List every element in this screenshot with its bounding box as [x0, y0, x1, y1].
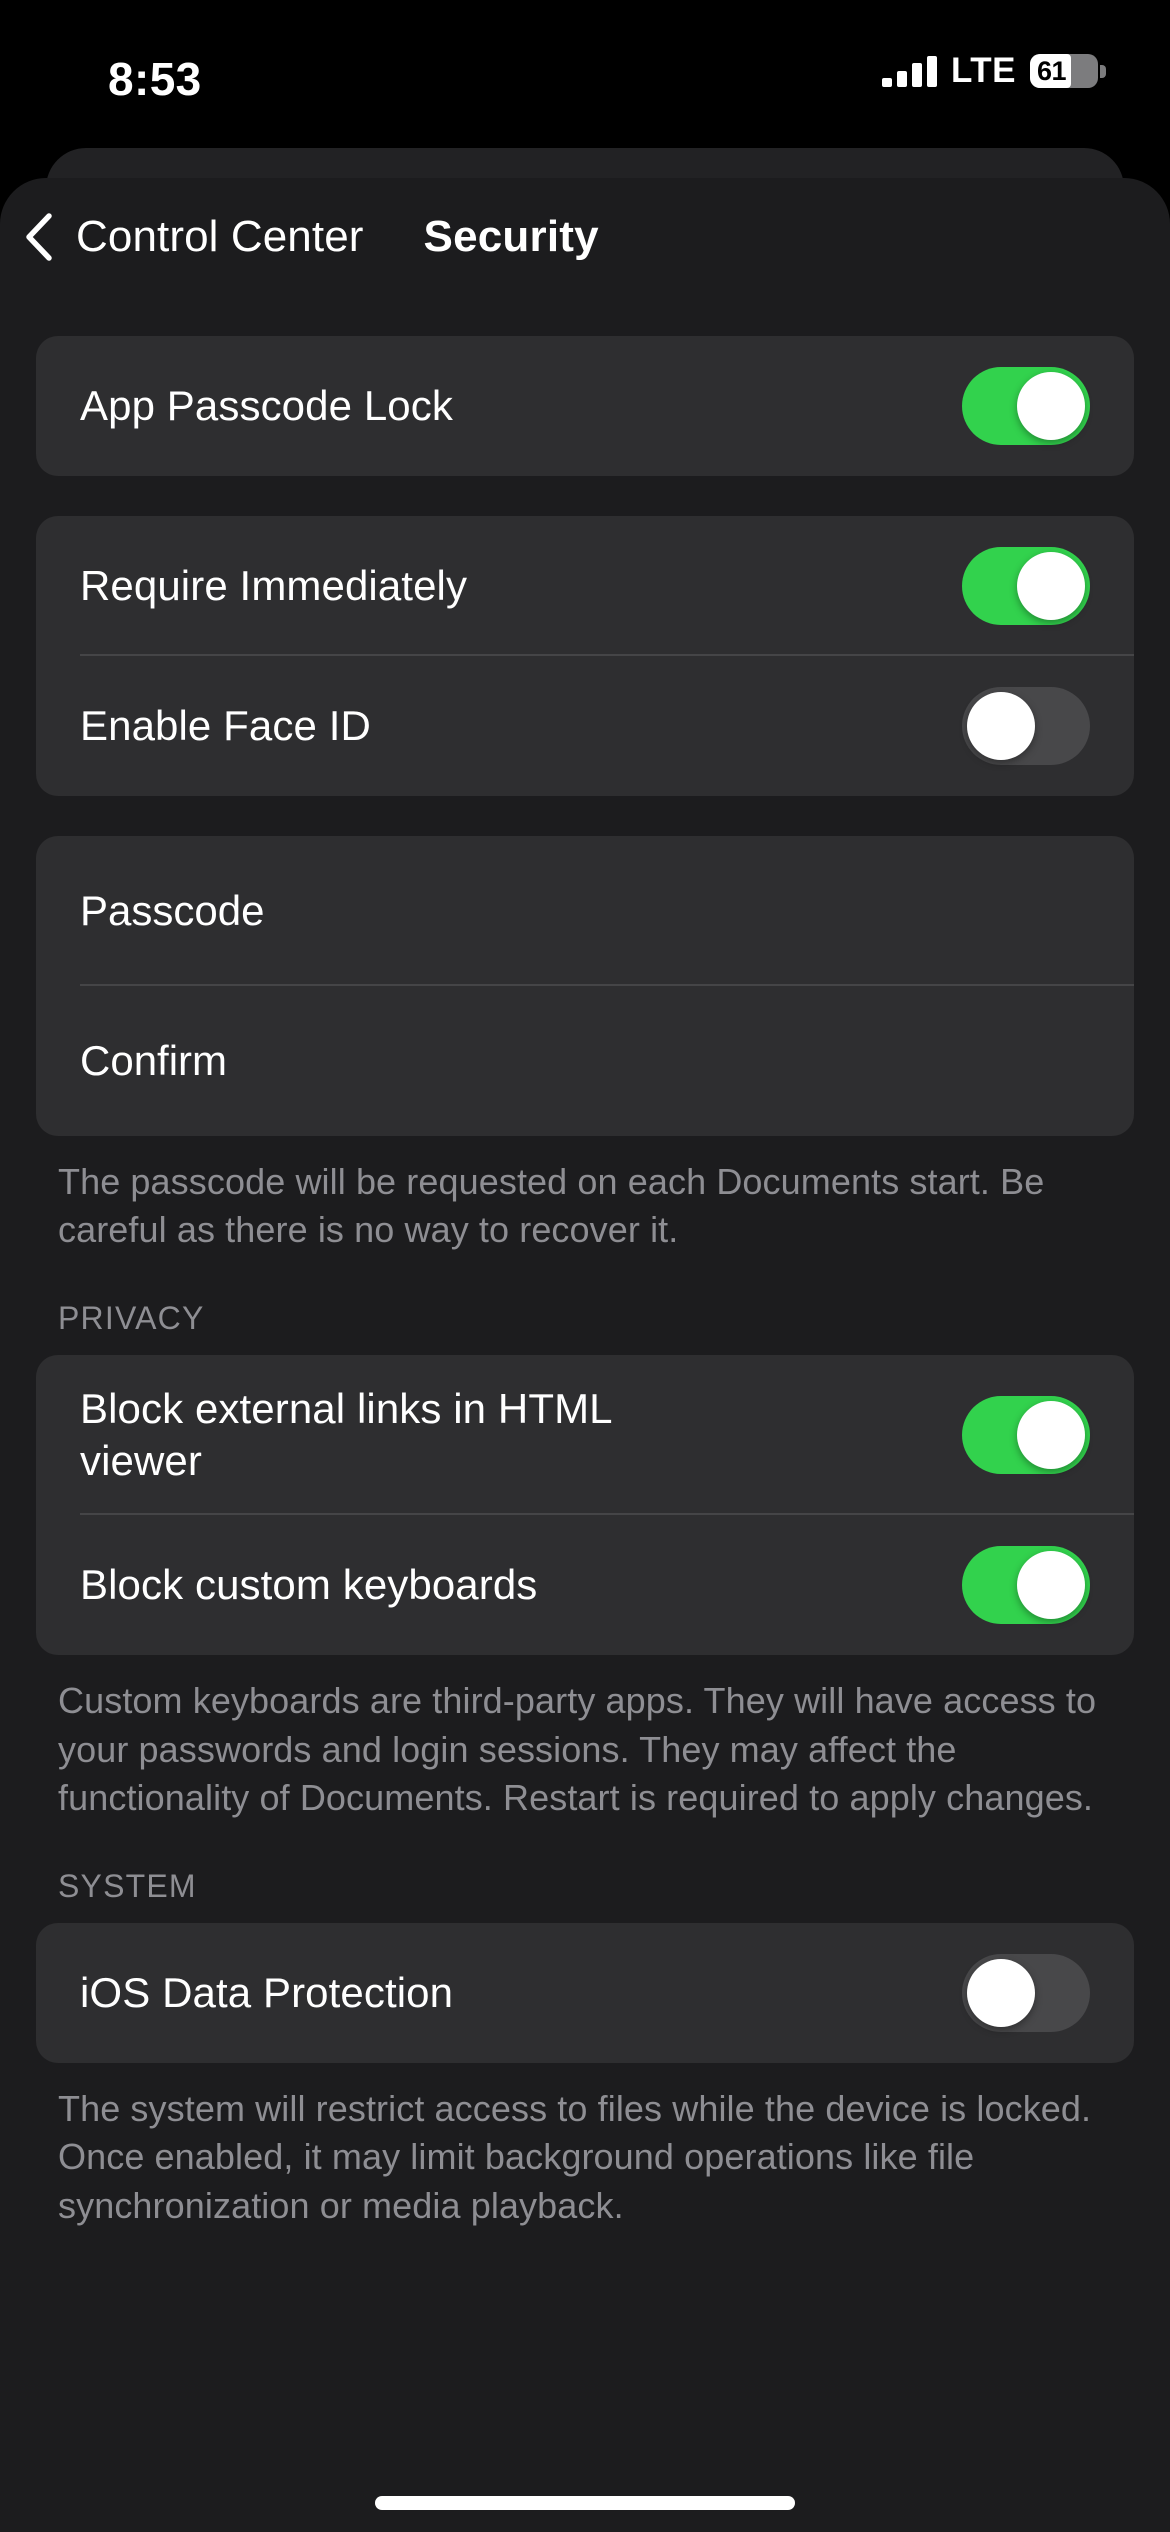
privacy-footer-text: Custom keyboards are third-party apps. T… — [58, 1680, 1097, 1818]
system-footer-text: The system will restrict access to files… — [58, 2088, 1092, 2226]
back-button[interactable]: Control Center — [24, 212, 364, 262]
require-immediately-toggle[interactable] — [962, 547, 1090, 625]
section-passcode-fields — [36, 836, 1134, 1136]
row-confirm-field[interactable] — [36, 986, 1134, 1136]
battery-icon: 61 — [1030, 54, 1106, 88]
row-label: Block custom keyboards — [80, 1561, 538, 1609]
enable-face-id-toggle[interactable] — [962, 687, 1090, 765]
row-label: Block external links in HTML viewer — [80, 1384, 612, 1485]
status-bar-time: 8:53 — [108, 53, 202, 105]
confirm-passcode-input[interactable] — [80, 1037, 1090, 1085]
row-label: Enable Face ID — [80, 701, 371, 749]
section-header-privacy: PRIVACY — [58, 1300, 205, 1337]
navigation-bar: Control Center Security — [0, 178, 1170, 296]
row-enable-face-id[interactable]: Enable Face ID — [36, 656, 1134, 796]
settings-sheet: Control Center Security App Passcode Loc… — [0, 178, 1170, 2532]
row-block-external-links[interactable]: Block external links in HTML viewer — [36, 1355, 1134, 1516]
row-block-custom-keyboards[interactable]: Block custom keyboards — [36, 1515, 1134, 1655]
row-label: Require Immediately — [80, 561, 468, 609]
section-require-faceid: Require Immediately Enable Face ID — [36, 516, 1134, 796]
back-button-label: Control Center — [76, 212, 364, 261]
settings-list: App Passcode Lock Require Immediately En… — [0, 296, 1170, 2230]
home-indicator[interactable] — [375, 2496, 795, 2510]
section-header-system: SYSTEM — [58, 1868, 197, 1905]
battery-percent-label: 61 — [1037, 55, 1067, 86]
ios-data-protection-toggle[interactable] — [962, 1954, 1090, 2033]
chevron-left-icon — [26, 213, 52, 261]
row-app-passcode-lock[interactable]: App Passcode Lock — [36, 336, 1134, 476]
section-privacy: Block external links in HTML viewer Bloc… — [36, 1355, 1134, 1656]
row-ios-data-protection[interactable]: iOS Data Protection — [36, 1923, 1134, 2063]
row-passcode-field[interactable] — [36, 836, 1134, 986]
page-title: Security — [423, 212, 599, 261]
app-passcode-lock-toggle[interactable] — [962, 367, 1090, 445]
section-system: iOS Data Protection — [36, 1923, 1134, 2064]
block-custom-keyboards-toggle[interactable] — [962, 1546, 1090, 1625]
passcode-input[interactable] — [80, 887, 1090, 935]
section-app-passcode-lock: App Passcode Lock — [36, 336, 1134, 476]
status-bar-indicators: LTE 61 — [881, 48, 1106, 94]
cellular-signal-icon — [881, 55, 937, 87]
row-require-immediately[interactable]: Require Immediately — [36, 516, 1134, 656]
row-label: iOS Data Protection — [80, 1968, 454, 2016]
passcode-footer-text: The passcode will be requested on each D… — [58, 1161, 1045, 1251]
row-label: App Passcode Lock — [80, 381, 453, 429]
block-external-links-toggle[interactable] — [962, 1396, 1090, 1475]
network-type-label: LTE — [950, 51, 1016, 90]
